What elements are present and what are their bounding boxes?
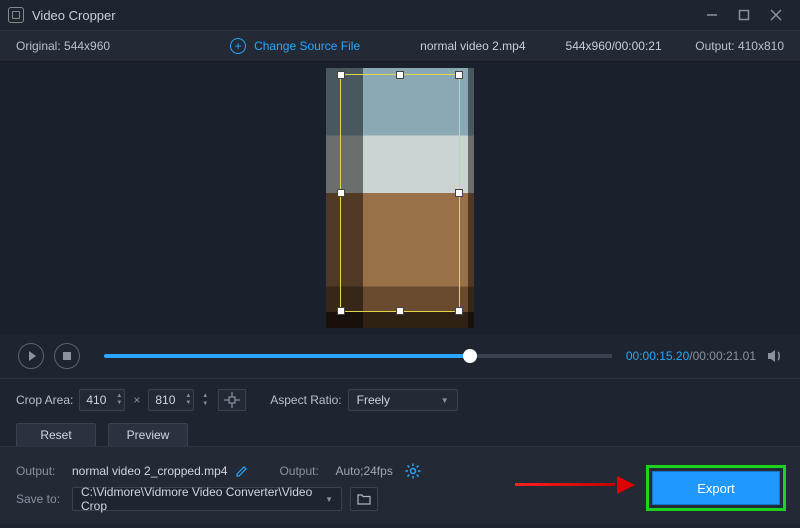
crop-height-value: 810 [155,393,183,407]
stop-button[interactable] [54,343,80,369]
maximize-button[interactable] [728,0,760,30]
crop-handle-tm[interactable] [396,71,404,79]
crop-handle-tr[interactable] [455,71,463,79]
minimize-button[interactable] [696,0,728,30]
open-folder-button[interactable] [350,487,378,511]
source-filename: normal video 2.mp4 [420,39,525,53]
crop-rectangle[interactable] [340,74,460,312]
original-dims-label: Original: 544x960 [16,39,110,53]
info-bar: Original: 544x960 + Change Source File n… [0,30,800,62]
change-source-label: Change Source File [254,39,360,53]
app-icon [8,7,24,23]
save-path-select[interactable]: C:\Vidmore\Vidmore Video Converter\Video… [72,487,342,511]
output-filename: normal video 2_cropped.mp4 [72,464,227,478]
seek-knob[interactable] [463,349,477,363]
change-source-button[interactable]: + Change Source File [230,38,360,54]
preview-pane [0,62,800,334]
crop-handle-br[interactable] [455,307,463,315]
crop-width-value: 410 [86,393,114,407]
crop-handle-mr[interactable] [455,189,463,197]
play-button[interactable] [18,343,44,369]
crop-handle-ml[interactable] [337,189,345,197]
export-highlight: Export [646,465,786,511]
multiply-symbol: × [133,393,140,407]
crop-handle-bl[interactable] [337,307,345,315]
offset-stepper[interactable]: ▲▼ [202,392,208,408]
title-bar: Video Cropper [0,0,800,30]
crop-height-input[interactable]: 810 ▲▼ [148,389,194,411]
save-path-value: C:\Vidmore\Vidmore Video Converter\Video… [81,485,325,513]
height-up[interactable]: ▲ [185,393,191,400]
output-file-label: Output: [16,464,72,478]
crop-width-input[interactable]: 410 ▲▼ [79,389,125,411]
output-settings-button[interactable] [405,463,421,479]
aspect-ratio-value: Freely [357,393,390,407]
source-dims-time: 544x960/00:00:21 [566,39,662,53]
height-down[interactable]: ▼ [185,400,191,407]
playback-bar: 00:00:15.20/00:00:21.01 [0,334,800,378]
reset-button[interactable]: Reset [16,423,96,447]
volume-button[interactable] [766,347,784,365]
export-button[interactable]: Export [652,471,780,505]
crop-handle-bm[interactable] [396,307,404,315]
plus-circle-icon: + [230,38,246,54]
video-frame[interactable] [326,68,474,328]
output-bar: Output: normal video 2_cropped.mp4 Outpu… [0,446,800,524]
aspect-ratio-label: Aspect Ratio: [270,393,341,407]
time-total: 00:00:21.01 [693,349,756,363]
width-down[interactable]: ▼ [116,400,122,407]
output-format-value: Auto;24fps [335,464,392,478]
center-crop-button[interactable] [218,389,246,411]
rename-button[interactable] [235,464,249,478]
timecode: 00:00:15.20/00:00:21.01 [626,349,756,363]
time-current: 00:00:15.20 [626,349,689,363]
chevron-down-icon: ▼ [325,495,333,504]
preview-button[interactable]: Preview [108,423,188,447]
output-format-label: Output: [279,464,335,478]
crop-params: Crop Area: 410 ▲▼ × 810 ▲▼ ▲▼ Aspect Rat… [0,378,800,446]
output-dims-label: Output: 410x810 [695,39,784,53]
aspect-ratio-select[interactable]: Freely ▼ [348,389,458,411]
close-button[interactable] [760,0,792,30]
width-up[interactable]: ▲ [116,393,122,400]
crop-handle-tl[interactable] [337,71,345,79]
save-to-label: Save to: [16,492,72,506]
crop-area-label: Crop Area: [16,393,73,407]
chevron-down-icon: ▼ [441,396,449,405]
app-title: Video Cropper [32,8,116,23]
seek-slider[interactable] [104,354,612,358]
